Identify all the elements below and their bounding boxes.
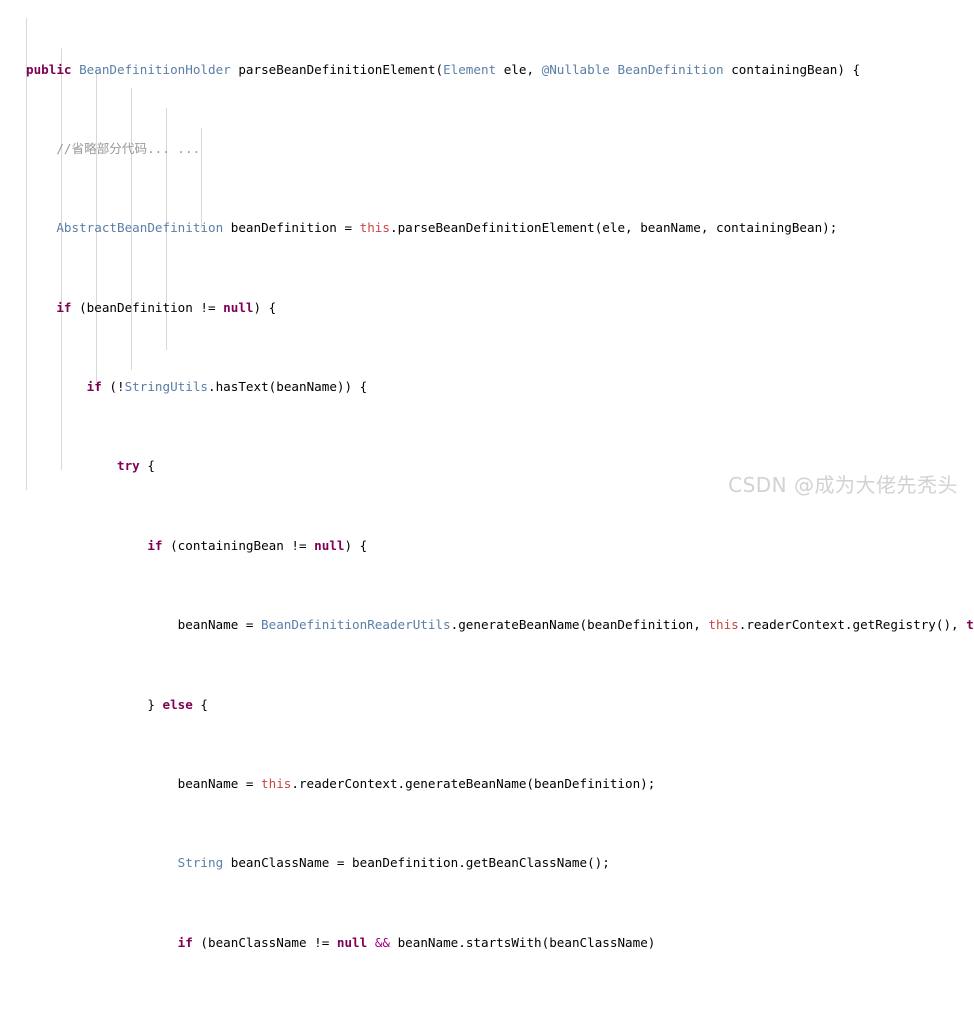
code-line[interactable]: //省略部分代码... ... [0, 139, 974, 159]
code-line[interactable]: AbstractBeanDefinition beanDefinition = … [0, 218, 974, 238]
code-line[interactable]: if (containingBean != null) { [0, 536, 974, 556]
code-line[interactable]: } else { [0, 695, 974, 715]
code-content[interactable]: public BeanDefinitionHolder parseBeanDef… [0, 0, 974, 1016]
code-line[interactable]: beanName = this.readerContext.generateBe… [0, 774, 974, 794]
code-line[interactable]: if (beanDefinition != null) { [0, 298, 974, 318]
code-line[interactable]: if (beanClassName != null && beanName.st… [0, 933, 974, 953]
code-editor[interactable]: public BeanDefinitionHolder parseBeanDef… [0, 0, 974, 1016]
code-line[interactable]: public BeanDefinitionHolder parseBeanDef… [0, 60, 974, 80]
code-line[interactable]: if (!StringUtils.hasText(beanName)) { [0, 377, 974, 397]
code-line[interactable]: beanName = BeanDefinitionReaderUtils.gen… [0, 615, 974, 635]
code-line[interactable]: && beanName.length() > beanClassName.len… [0, 1012, 974, 1016]
csdn-watermark: CSDN @成为大佬先秃头 [728, 473, 958, 497]
code-line[interactable]: String beanClassName = beanDefinition.ge… [0, 853, 974, 873]
